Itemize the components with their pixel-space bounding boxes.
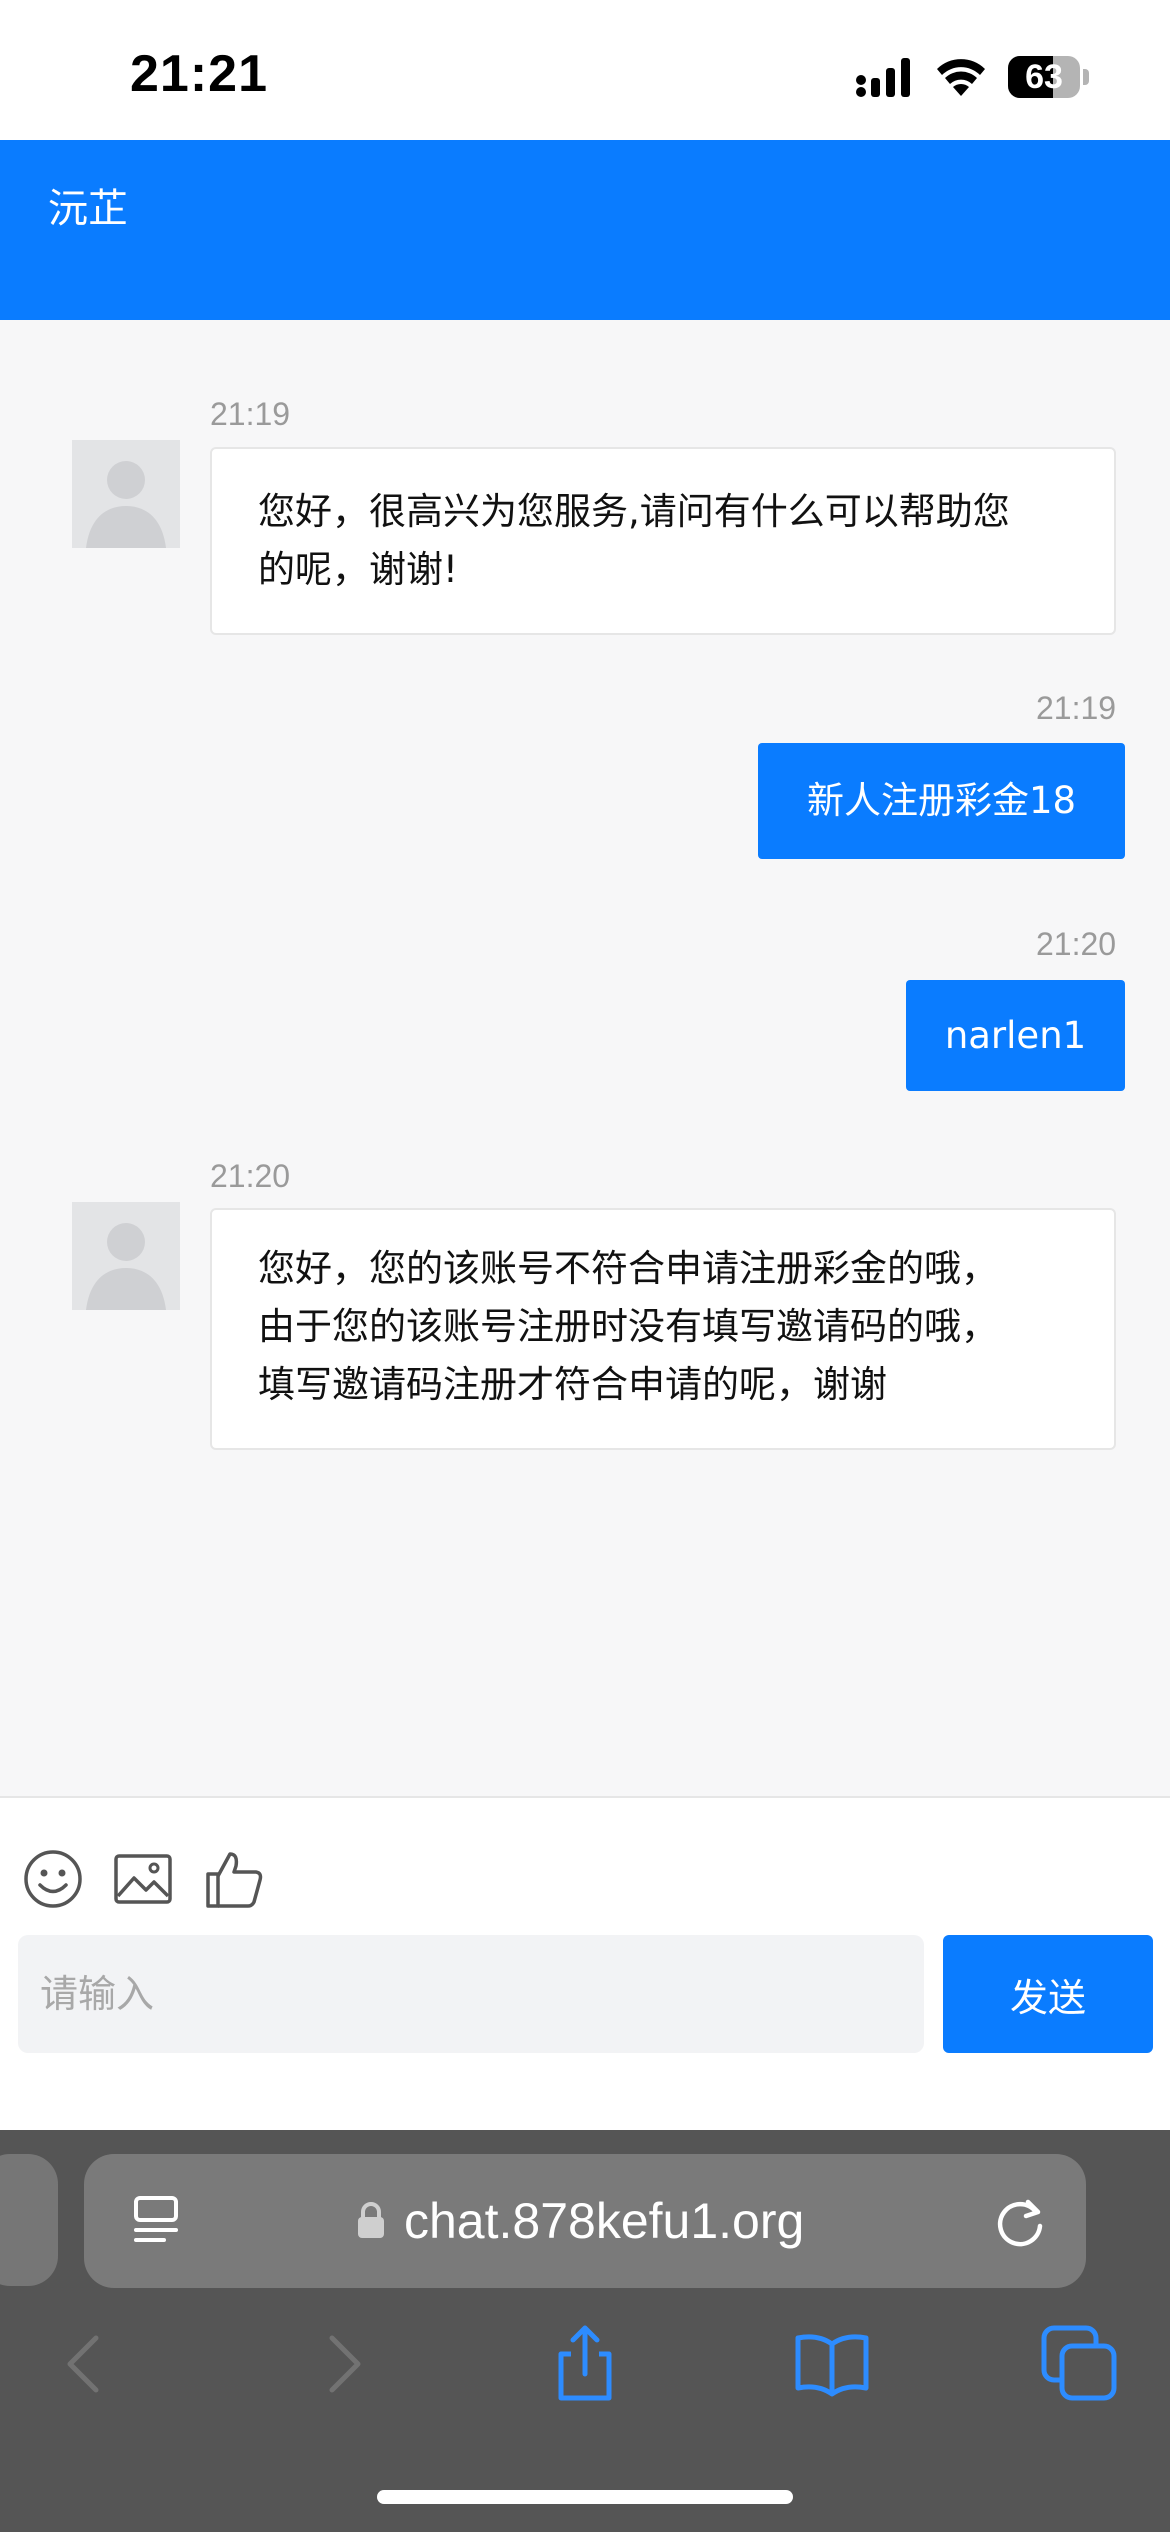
wifi-icon <box>937 59 985 96</box>
outgoing-message-bubble: narlen1 <box>906 980 1125 1091</box>
incoming-message-bubble: 您好，很高兴为您服务,请问有什么可以帮助您 的呢，谢谢! <box>210 447 1116 635</box>
send-button[interactable]: 发送 <box>943 1935 1153 2053</box>
lock-icon <box>358 2202 384 2238</box>
emoji-icon[interactable] <box>22 1848 84 1910</box>
message-text-line: 的呢，谢谢! <box>258 548 458 591</box>
share-icon[interactable] <box>545 2324 625 2404</box>
image-icon[interactable] <box>112 1848 174 1910</box>
status-time: 21:21 <box>130 45 268 103</box>
message-text-line: 由于您的该账号注册时没有填写邀请码的哦， <box>258 1305 998 1348</box>
home-indicator[interactable] <box>377 2490 793 2504</box>
battery-indicator: 63 <box>1008 56 1089 98</box>
message-timestamp: 21:19 <box>1036 690 1117 726</box>
message-timestamp: 21:20 <box>1036 926 1117 962</box>
thumbs-up-icon[interactable] <box>204 1848 266 1910</box>
address-bar[interactable]: chat.878kefu1.org <box>84 2154 1086 2288</box>
message-list[interactable]: 21:19 您好，很高兴为您服务,请问有什么可以帮助您 的呢，谢谢! 21:19… <box>0 320 1170 1796</box>
reload-icon[interactable] <box>992 2192 1048 2250</box>
bookmarks-icon[interactable] <box>792 2324 872 2404</box>
composer: 发送 <box>0 1796 1170 2130</box>
chat-header: 沅芷 <box>0 140 1170 320</box>
cellular-signal-icon <box>856 58 910 97</box>
forward-icon[interactable] <box>300 2324 380 2404</box>
message-timestamp: 21:19 <box>210 396 291 432</box>
previous-tab-preview[interactable] <box>0 2154 58 2286</box>
message-timestamp: 21:20 <box>210 1158 291 1194</box>
agent-name: 沅芷 <box>48 186 128 232</box>
back-icon[interactable] <box>48 2324 128 2404</box>
agent-avatar <box>72 1202 180 1310</box>
url-text: chat.878kefu1.org <box>404 2193 805 2249</box>
battery-level: 63 <box>1025 58 1063 96</box>
message-text-line: 您好，很高兴为您服务,请问有什么可以帮助您 <box>258 490 1010 533</box>
message-input[interactable] <box>18 1935 924 2053</box>
agent-avatar <box>72 440 180 548</box>
status-bar: 21:21 63 <box>0 0 1170 140</box>
message-text-line: 您好，您的该账号不符合申请注册彩金的哦， <box>258 1247 998 1290</box>
message-text-line: 填写邀请码注册才符合申请的呢，谢谢 <box>258 1363 887 1406</box>
outgoing-message-bubble: 新人注册彩金18 <box>758 743 1125 859</box>
incoming-message-bubble: 您好，您的该账号不符合申请注册彩金的哦， 由于您的该账号注册时没有填写邀请码的哦… <box>210 1208 1116 1450</box>
browser-toolbar: chat.878kefu1.org <box>0 2130 1170 2532</box>
reader-icon[interactable] <box>132 2194 184 2250</box>
tabs-icon[interactable] <box>1040 2324 1120 2404</box>
